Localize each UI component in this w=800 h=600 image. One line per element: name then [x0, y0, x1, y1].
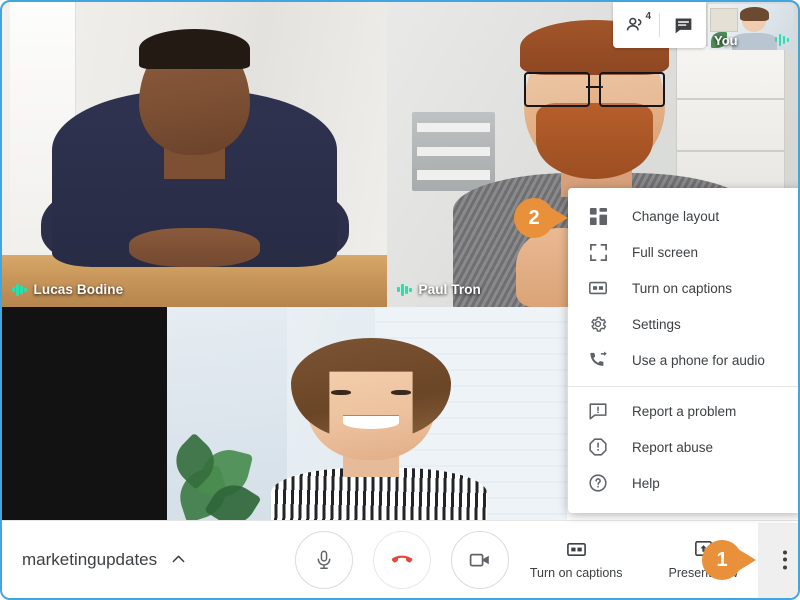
audio-wave-icon: [12, 283, 27, 296]
menu-item-use-a-phone-for-audio[interactable]: Use a phone for audio: [568, 342, 798, 378]
chevron-up-icon[interactable]: [169, 550, 188, 569]
menu-item-label: Change layout: [632, 208, 720, 224]
bottom-toolbar: marketingupdates Turn on captions Presen…: [2, 520, 798, 598]
video-tile-lucas-bodine[interactable]: Lucas Bodine: [2, 2, 387, 307]
participant-name: Lucas Bodine: [33, 282, 124, 297]
participants-button[interactable]: 4: [613, 2, 659, 48]
action-label: Turn on captions: [529, 566, 623, 580]
menu-item-label: Turn on captions: [632, 280, 733, 296]
phone-forward-icon: [586, 348, 610, 372]
menu-item-help[interactable]: Help: [568, 465, 798, 501]
self-view-label: You: [714, 33, 738, 48]
menu-item-change-layout[interactable]: Change layout: [568, 198, 798, 234]
menu-item-full-screen[interactable]: Full screen: [568, 234, 798, 270]
layout-icon: [586, 204, 610, 228]
microphone-button[interactable]: [295, 530, 353, 589]
participants-count: 4: [645, 11, 651, 22]
closed-caption-icon: [566, 542, 586, 557]
phone-hangup-icon: [391, 555, 413, 563]
meeting-name: marketingupdates: [22, 549, 158, 569]
callout-pointer: [738, 549, 756, 571]
menu-divider: [568, 386, 798, 387]
participant-name-badge: Lucas Bodine: [12, 282, 123, 297]
menu-item-label: Report a problem: [632, 403, 737, 419]
report-problem-icon: [586, 399, 610, 423]
menu-item-label: Settings: [632, 316, 681, 332]
people-icon: [626, 17, 642, 31]
callout-number: 1: [702, 540, 742, 580]
video-feed: [2, 2, 387, 307]
more-options-highlight: [758, 523, 798, 598]
callout-number: 2: [514, 198, 554, 238]
menu-item-label: Full screen: [632, 244, 699, 260]
participant-name: Paul Tron: [418, 282, 481, 297]
more-vertical-icon: [783, 550, 787, 554]
help-icon: [586, 471, 610, 495]
report-abuse-icon: [586, 435, 610, 459]
closed-caption-icon: [586, 276, 610, 300]
menu-item-label: Report abuse: [632, 439, 714, 455]
gear-icon: [586, 312, 610, 336]
more-options-menu: Change layout Full screen Turn on captio…: [568, 188, 798, 513]
video-tile-third-participant[interactable]: [167, 307, 567, 525]
top-right-toolbar: 4: [613, 2, 706, 48]
menu-item-turn-on-captions[interactable]: Turn on captions: [568, 270, 798, 306]
audio-wave-icon: [774, 33, 789, 46]
self-view-thumbnail[interactable]: You: [708, 4, 794, 50]
turn-on-captions-button[interactable]: Turn on captions: [530, 539, 623, 580]
participant-name-badge: Paul Tron: [397, 282, 481, 297]
menu-item-label: Help: [632, 475, 660, 491]
callout-step-2: 2: [514, 198, 568, 238]
video-tile-empty-left: [2, 307, 167, 525]
hang-up-button[interactable]: [373, 530, 431, 589]
menu-item-report-abuse[interactable]: Report abuse: [568, 429, 798, 465]
camera-button[interactable]: [451, 530, 509, 589]
callout-pointer: [550, 207, 568, 229]
video-feed: [167, 307, 567, 525]
menu-item-settings[interactable]: Settings: [568, 306, 798, 342]
chat-button[interactable]: [660, 2, 706, 48]
microphone-icon: [317, 550, 331, 569]
audio-wave-icon: [397, 283, 412, 296]
video-camera-icon: [469, 553, 489, 566]
meeting-name-control[interactable]: marketingupdates: [22, 521, 188, 598]
fullscreen-icon: [586, 240, 610, 264]
menu-item-report-a-problem[interactable]: Report a problem: [568, 393, 798, 429]
callout-step-1: 1: [702, 540, 756, 580]
more-options-button[interactable]: [783, 550, 787, 569]
screenshot-frame: Lucas Bodine Paul Tron 4 You Change layo…: [0, 0, 800, 600]
menu-item-label: Use a phone for audio: [632, 352, 765, 368]
chat-icon: [675, 18, 691, 33]
